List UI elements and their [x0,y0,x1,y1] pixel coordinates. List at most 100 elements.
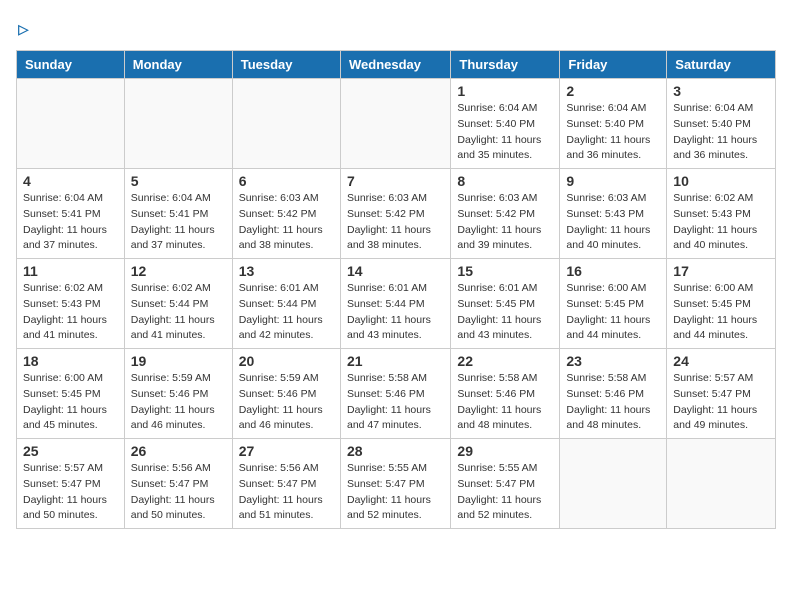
day-info: Sunrise: 5:56 AM Sunset: 5:47 PM Dayligh… [239,461,334,524]
day-info: Sunrise: 6:03 AM Sunset: 5:43 PM Dayligh… [566,191,660,254]
day-number: 22 [457,353,553,369]
calendar-cell: 7 Sunrise: 6:03 AM Sunset: 5:42 PM Daylig… [340,169,450,259]
calendar-cell: 26 Sunrise: 5:56 AM Sunset: 5:47 PM Dayli… [124,439,232,529]
day-number: 5 [131,173,226,189]
day-info: Sunrise: 5:55 AM Sunset: 5:47 PM Dayligh… [347,461,444,524]
day-number: 21 [347,353,444,369]
day-info: Sunrise: 6:00 AM Sunset: 5:45 PM Dayligh… [566,281,660,344]
day-info: Sunrise: 5:59 AM Sunset: 5:46 PM Dayligh… [239,371,334,434]
day-info: Sunrise: 5:58 AM Sunset: 5:46 PM Dayligh… [457,371,553,434]
calendar-cell [232,79,340,169]
calendar-cell: 16 Sunrise: 6:00 AM Sunset: 5:45 PM Dayli… [560,259,667,349]
calendar-cell: 3Sunrise: 6:04 AM Sunset: 5:40 PM Daylig… [667,79,776,169]
day-info: Sunrise: 6:00 AM Sunset: 5:45 PM Dayligh… [673,281,769,344]
column-header-thursday: Thursday [451,51,560,79]
day-number: 4 [23,173,118,189]
day-number: 14 [347,263,444,279]
day-number: 8 [457,173,553,189]
column-header-sunday: Sunday [17,51,125,79]
calendar-cell: 4 Sunrise: 6:04 AM Sunset: 5:41 PM Daylig… [17,169,125,259]
day-number: 17 [673,263,769,279]
calendar-cell: 20 Sunrise: 5:59 AM Sunset: 5:46 PM Dayli… [232,349,340,439]
day-info: Sunrise: 6:03 AM Sunset: 5:42 PM Dayligh… [347,191,444,254]
logo: ▹ [16,16,29,42]
day-number: 23 [566,353,660,369]
calendar-cell: 14Sunrise: 6:01 AM Sunset: 5:44 PM Dayli… [340,259,450,349]
logo-bird-icon: ▹ [18,16,29,42]
column-header-wednesday: Wednesday [340,51,450,79]
day-info: Sunrise: 5:58 AM Sunset: 5:46 PM Dayligh… [566,371,660,434]
calendar-cell: 19 Sunrise: 5:59 AM Sunset: 5:46 PM Dayli… [124,349,232,439]
calendar-table: SundayMondayTuesdayWednesdayThursdayFrid… [16,50,776,529]
week-row-4: 18 Sunrise: 6:00 AM Sunset: 5:45 PM Dayli… [17,349,776,439]
calendar-cell: 17 Sunrise: 6:00 AM Sunset: 5:45 PM Dayli… [667,259,776,349]
day-info: Sunrise: 6:04 AM Sunset: 5:41 PM Dayligh… [131,191,226,254]
calendar-cell: 13 Sunrise: 6:01 AM Sunset: 5:44 PM Dayli… [232,259,340,349]
day-number: 2 [566,83,660,99]
day-info: Sunrise: 5:57 AM Sunset: 5:47 PM Dayligh… [23,461,118,524]
day-number: 18 [23,353,118,369]
day-number: 19 [131,353,226,369]
column-header-tuesday: Tuesday [232,51,340,79]
day-info: Sunrise: 5:56 AM Sunset: 5:47 PM Dayligh… [131,461,226,524]
calendar-cell [560,439,667,529]
calendar-cell: 25 Sunrise: 5:57 AM Sunset: 5:47 PM Dayli… [17,439,125,529]
calendar-cell: 11 Sunrise: 6:02 AM Sunset: 5:43 PM Dayli… [17,259,125,349]
column-header-monday: Monday [124,51,232,79]
week-row-1: 1 Sunrise: 6:04 AM Sunset: 5:40 PM Daylig… [17,79,776,169]
day-number: 9 [566,173,660,189]
calendar-cell: 22 Sunrise: 5:58 AM Sunset: 5:46 PM Dayli… [451,349,560,439]
day-info: Sunrise: 6:01 AM Sunset: 5:44 PM Dayligh… [239,281,334,344]
calendar-cell: 6 Sunrise: 6:03 AM Sunset: 5:42 PM Daylig… [232,169,340,259]
calendar-cell: 1 Sunrise: 6:04 AM Sunset: 5:40 PM Daylig… [451,79,560,169]
calendar-cell: 10 Sunrise: 6:02 AM Sunset: 5:43 PM Dayli… [667,169,776,259]
day-number: 10 [673,173,769,189]
calendar-cell: 15Sunrise: 6:01 AM Sunset: 5:45 PM Dayli… [451,259,560,349]
day-info: Sunrise: 5:57 AM Sunset: 5:47 PM Dayligh… [673,371,769,434]
calendar-cell: 12 Sunrise: 6:02 AM Sunset: 5:44 PM Dayli… [124,259,232,349]
day-info: Sunrise: 6:03 AM Sunset: 5:42 PM Dayligh… [239,191,334,254]
calendar-cell: 23 Sunrise: 5:58 AM Sunset: 5:46 PM Dayli… [560,349,667,439]
calendar-cell: 29 Sunrise: 5:55 AM Sunset: 5:47 PM Dayli… [451,439,560,529]
day-info: Sunrise: 6:04 AM Sunset: 5:40 PM Dayligh… [457,101,553,164]
day-number: 29 [457,443,553,459]
calendar-cell: 5 Sunrise: 6:04 AM Sunset: 5:41 PM Daylig… [124,169,232,259]
day-info: Sunrise: 6:02 AM Sunset: 5:43 PM Dayligh… [23,281,118,344]
day-number: 26 [131,443,226,459]
day-info: Sunrise: 6:02 AM Sunset: 5:43 PM Dayligh… [673,191,769,254]
calendar-cell: 18 Sunrise: 6:00 AM Sunset: 5:45 PM Dayli… [17,349,125,439]
calendar-cell: 9 Sunrise: 6:03 AM Sunset: 5:43 PM Daylig… [560,169,667,259]
day-number: 20 [239,353,334,369]
week-row-5: 25 Sunrise: 5:57 AM Sunset: 5:47 PM Dayli… [17,439,776,529]
day-number: 15 [457,263,553,279]
calendar-header-row: SundayMondayTuesdayWednesdayThursdayFrid… [17,51,776,79]
calendar-cell: 27 Sunrise: 5:56 AM Sunset: 5:47 PM Dayli… [232,439,340,529]
calendar-cell [340,79,450,169]
day-number: 24 [673,353,769,369]
day-info: Sunrise: 5:59 AM Sunset: 5:46 PM Dayligh… [131,371,226,434]
day-info: Sunrise: 6:02 AM Sunset: 5:44 PM Dayligh… [131,281,226,344]
day-number: 25 [23,443,118,459]
calendar-cell: 21Sunrise: 5:58 AM Sunset: 5:46 PM Dayli… [340,349,450,439]
day-info: Sunrise: 6:04 AM Sunset: 5:41 PM Dayligh… [23,191,118,254]
day-number: 11 [23,263,118,279]
day-number: 28 [347,443,444,459]
day-number: 1 [457,83,553,99]
day-number: 12 [131,263,226,279]
week-row-2: 4 Sunrise: 6:04 AM Sunset: 5:41 PM Daylig… [17,169,776,259]
calendar-cell [667,439,776,529]
day-number: 6 [239,173,334,189]
calendar-cell [124,79,232,169]
day-number: 27 [239,443,334,459]
day-number: 13 [239,263,334,279]
day-number: 16 [566,263,660,279]
day-number: 7 [347,173,444,189]
page-header: ▹ [16,16,776,42]
day-info: Sunrise: 5:55 AM Sunset: 5:47 PM Dayligh… [457,461,553,524]
week-row-3: 11 Sunrise: 6:02 AM Sunset: 5:43 PM Dayli… [17,259,776,349]
calendar-cell: 24 Sunrise: 5:57 AM Sunset: 5:47 PM Dayli… [667,349,776,439]
day-info: Sunrise: 6:00 AM Sunset: 5:45 PM Dayligh… [23,371,118,434]
day-info: Sunrise: 6:04 AM Sunset: 5:40 PM Dayligh… [673,101,769,164]
column-header-friday: Friday [560,51,667,79]
day-info: Sunrise: 6:04 AM Sunset: 5:40 PM Dayligh… [566,101,660,164]
